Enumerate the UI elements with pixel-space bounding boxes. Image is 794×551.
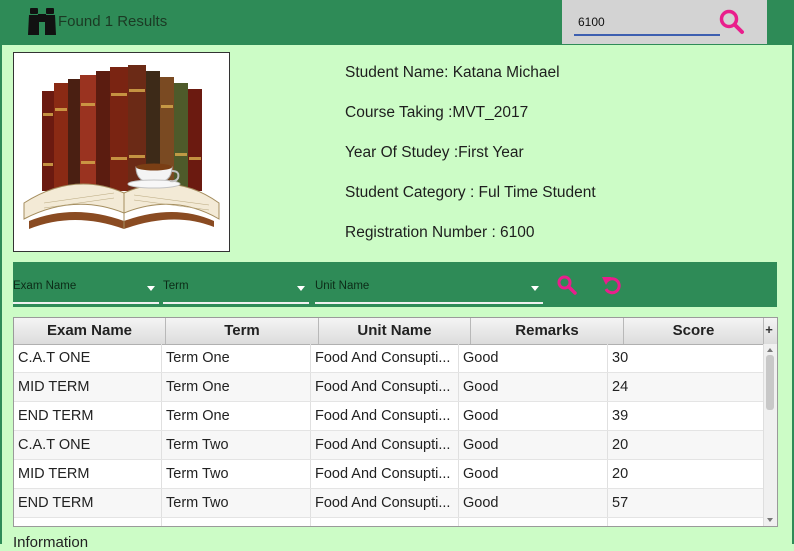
table-row[interactable]: MID TERM Term Two Food And Consupti... G…: [14, 460, 764, 489]
table-row[interactable]: C.A.T ONE Term One Food And Consupti... …: [14, 344, 764, 373]
term-combo-label: Term: [163, 280, 189, 292]
column-header-exam-name[interactable]: Exam Name: [14, 318, 166, 344]
cell-score: 20: [612, 437, 629, 453]
cell-score: 24: [612, 379, 629, 395]
course-taking: Course Taking :MVT_2017: [345, 104, 529, 121]
search-icon[interactable]: [556, 274, 578, 296]
column-header-score[interactable]: Score: [624, 318, 764, 344]
cell-exam-name: MID TERM: [14, 460, 162, 488]
results-table: Exam Name Term Unit Name Remarks Score +…: [13, 317, 778, 527]
cell-unit-name: Food And Consupti...: [311, 460, 459, 488]
cell-exam-name: C.A.T ONE: [14, 344, 162, 372]
registration-number: Registration Number : 6100: [345, 224, 535, 241]
cell-score: 39: [612, 408, 629, 424]
cell-remarks: Good: [459, 373, 608, 401]
exam-name-combo[interactable]: Exam Name: [13, 274, 159, 304]
cell-term: Term Two: [162, 460, 311, 488]
cell-remarks: Good: [459, 344, 608, 372]
scroll-down-icon[interactable]: [767, 518, 773, 522]
table-header: Exam Name Term Unit Name Remarks Score +: [14, 318, 777, 345]
table-row[interactable]: END TERM Term Two Food And Consupti... G…: [14, 489, 764, 518]
chevron-down-icon: [531, 286, 539, 291]
column-header-remarks[interactable]: Remarks: [471, 318, 624, 344]
binoculars-icon: [28, 8, 56, 35]
cell-unit-name: Food And Consupti...: [311, 373, 459, 401]
cell-remarks: Good: [459, 489, 608, 517]
unit-name-combo-label: Unit Name: [315, 280, 370, 292]
cell-exam-name: C.A.T ONE: [14, 431, 162, 459]
scroll-up-icon[interactable]: [767, 348, 773, 352]
cell-unit-name: Food And Consupti...: [311, 344, 459, 372]
cell-score: 30: [612, 350, 629, 366]
column-header-term[interactable]: Term: [166, 318, 319, 344]
cell-term: Term Two: [162, 489, 311, 517]
column-menu-button[interactable]: +: [763, 318, 775, 344]
results-count: Found 1 Results: [58, 13, 168, 30]
cell-unit-name: Food And Consupti...: [311, 402, 459, 430]
term-combo[interactable]: Term: [163, 274, 309, 304]
cell-remarks: Good: [459, 460, 608, 488]
cell-remarks: Good: [459, 431, 608, 459]
chevron-down-icon: [297, 286, 305, 291]
cell-score: 57: [612, 495, 629, 511]
cell-term: Term Two: [162, 431, 311, 459]
student-category: Student Category : Ful Time Student: [345, 184, 596, 201]
window-border-left: [0, 45, 2, 544]
table-row[interactable]: MID TERM Term One Food And Consupti... G…: [14, 373, 764, 402]
table-row-partial[interactable]: [14, 518, 764, 526]
scrollbar-thumb[interactable]: [766, 355, 774, 410]
filter-bar: Exam Name Term Unit Name: [13, 262, 777, 307]
search-input[interactable]: [574, 10, 720, 36]
cell-remarks: Good: [459, 402, 608, 430]
cell-exam-name: END TERM: [14, 489, 162, 517]
reset-icon[interactable]: [601, 274, 623, 296]
table-scrollbar[interactable]: [763, 344, 777, 526]
unit-name-combo[interactable]: Unit Name: [315, 274, 543, 304]
table-row[interactable]: END TERM Term One Food And Consupti... G…: [14, 402, 764, 431]
information-label: Information: [13, 534, 89, 551]
cell-score: 20: [612, 466, 629, 482]
cell-term: Term One: [162, 373, 311, 401]
cell-unit-name: Food And Consupti...: [311, 489, 459, 517]
cell-term: Term One: [162, 402, 311, 430]
cell-unit-name: Food And Consupti...: [311, 431, 459, 459]
column-header-unit-name[interactable]: Unit Name: [319, 318, 471, 344]
search-icon[interactable]: [718, 8, 746, 36]
cell-exam-name: MID TERM: [14, 373, 162, 401]
top-bar: Found 1 Results: [0, 0, 794, 45]
student-photo: [13, 52, 230, 252]
year-of-study: Year Of Studey :First Year: [345, 144, 524, 161]
cell-exam-name: END TERM: [14, 402, 162, 430]
cell-term: Term One: [162, 344, 311, 372]
table-row[interactable]: C.A.T ONE Term Two Food And Consupti... …: [14, 431, 764, 460]
student-name: Student Name: Katana Michael: [345, 64, 560, 81]
exam-name-combo-label: Exam Name: [13, 280, 77, 292]
chevron-down-icon: [147, 286, 155, 291]
search-box: [562, 0, 767, 44]
table-body: C.A.T ONE Term One Food And Consupti... …: [14, 344, 764, 526]
